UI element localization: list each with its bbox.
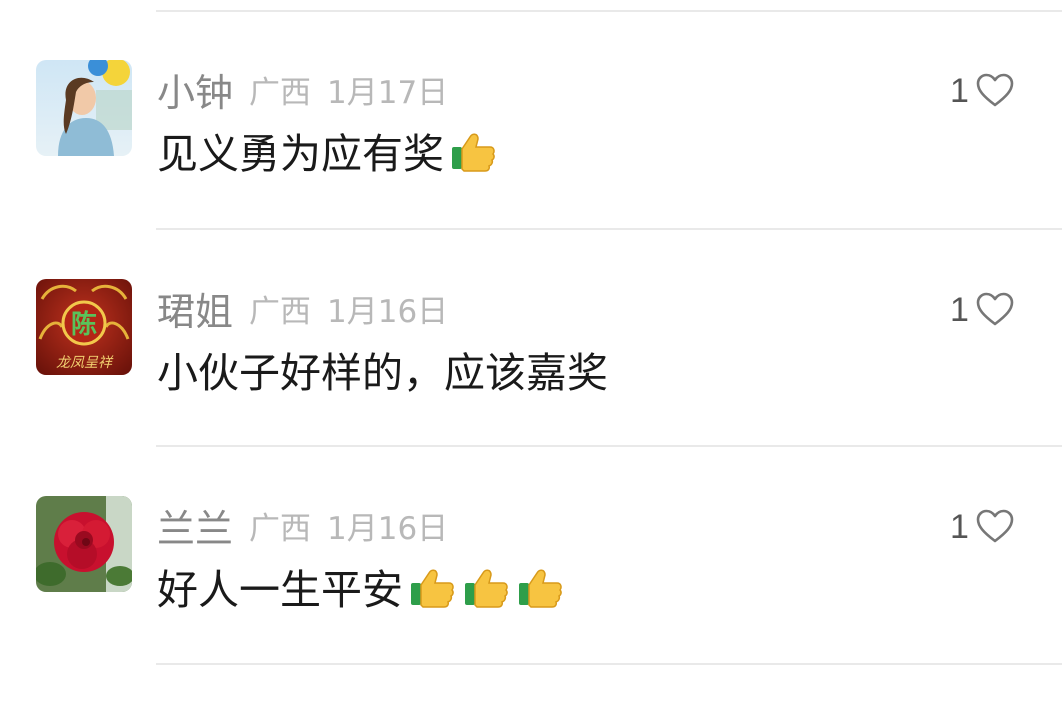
avatar-dragon-phoenix-image: 陈 龙凤呈祥: [36, 279, 132, 375]
comment-item: 兰兰 广西 1月16日 好人一生平安 1: [0, 496, 1062, 713]
avatar-woman-image: [36, 60, 132, 156]
divider: [156, 228, 1062, 230]
divider: [156, 445, 1062, 447]
comment-text-content: 见义勇为应有奖: [157, 130, 444, 178]
thumbs-up-emoji: [461, 561, 511, 611]
heart-outline-icon[interactable]: [975, 507, 1015, 547]
avatar[interactable]: [36, 496, 132, 592]
like-count: 1: [950, 507, 969, 546]
like-button[interactable]: 1: [950, 68, 1015, 114]
divider: [156, 663, 1062, 665]
comment-meta: 小钟 广西 1月17日: [157, 60, 448, 118]
comment-text: 小伙子好样的，应该嘉奖: [157, 339, 608, 399]
username[interactable]: 珺姐: [157, 281, 233, 336]
avatar-emblem-char: 陈: [71, 309, 97, 340]
avatar[interactable]: 陈 龙凤呈祥: [36, 279, 132, 375]
region: 广西: [249, 74, 312, 111]
thumbs-up-emoji: [407, 561, 457, 611]
thumbs-up-emoji: [448, 125, 498, 175]
avatar-caption: 龙凤呈祥: [56, 355, 114, 371]
region: 广西: [249, 510, 312, 547]
region: 广西: [249, 293, 312, 330]
timestamp: 1月16日: [327, 293, 449, 330]
timestamp: 1月17日: [327, 74, 449, 111]
comment-meta: 兰兰 广西 1月16日: [157, 496, 448, 554]
heart-outline-icon[interactable]: [975, 71, 1015, 111]
comment-item: 陈 龙凤呈祥 珺姐 广西 1月16日 小伙子好样的，应该嘉奖 1: [0, 279, 1062, 496]
username[interactable]: 兰兰: [157, 498, 233, 553]
avatar[interactable]: [36, 60, 132, 156]
divider-top: [156, 10, 1062, 12]
thumbs-up-emoji: [515, 561, 565, 611]
username[interactable]: 小钟: [157, 62, 233, 117]
comment-text: 见义勇为应有奖: [157, 120, 498, 180]
timestamp: 1月16日: [327, 510, 449, 547]
like-button[interactable]: 1: [950, 287, 1015, 333]
like-button[interactable]: 1: [950, 504, 1015, 550]
comment-text-content: 好人一生平安: [157, 566, 403, 614]
avatar-red-flower-image: [36, 496, 132, 592]
heart-outline-icon[interactable]: [975, 290, 1015, 330]
like-count: 1: [950, 71, 969, 110]
comment-item: 小钟 广西 1月17日 见义勇为应有奖 1: [0, 60, 1062, 277]
comment-text: 好人一生平安: [157, 556, 565, 616]
like-count: 1: [950, 290, 969, 329]
comment-text-content: 小伙子好样的，应该嘉奖: [157, 349, 608, 397]
comment-meta: 珺姐 广西 1月16日: [157, 279, 448, 337]
